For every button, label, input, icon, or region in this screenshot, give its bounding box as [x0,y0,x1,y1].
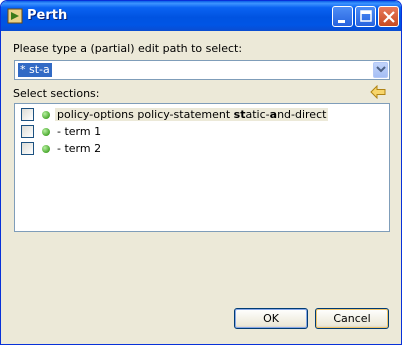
status-dot-icon [42,128,50,136]
maximize-icon [360,10,372,22]
sections-list[interactable]: policy-options policy-statement static-a… [14,103,390,232]
back-arrow-icon[interactable] [370,85,386,99]
minimize-button[interactable] [332,6,353,27]
dialog-window: Perth Please type a (partial) edit path … [0,0,402,345]
list-item[interactable]: - term 2 [15,140,389,157]
title-bar[interactable]: Perth [1,1,401,31]
section-checkbox[interactable] [21,108,34,121]
path-field-label: Please type a (partial) edit path to sel… [13,42,243,55]
app-icon [7,8,23,24]
status-dot-icon [42,111,50,119]
section-label: policy-options policy-statement static-a… [55,108,329,121]
path-combobox[interactable]: * st-a [14,60,390,80]
path-input[interactable]: * st-a [18,63,52,77]
list-item[interactable]: policy-options policy-statement static-a… [15,106,389,123]
chevron-down-icon [376,66,386,73]
section-checkbox[interactable] [21,142,34,155]
minimize-icon [338,20,345,23]
section-label: - term 1 [57,125,102,138]
list-item[interactable]: - term 1 [15,123,389,140]
section-checkbox[interactable] [21,125,34,138]
cancel-button[interactable]: Cancel [315,308,389,329]
combo-dropdown-button[interactable] [373,62,388,78]
status-dot-icon [42,145,50,153]
ok-button[interactable]: OK [234,308,308,329]
window-title: Perth [27,8,68,23]
section-label: - term 2 [57,142,102,155]
close-button[interactable] [378,6,399,27]
sections-label: Select sections: [13,87,100,100]
maximize-button[interactable] [355,6,376,27]
close-icon [383,11,395,23]
